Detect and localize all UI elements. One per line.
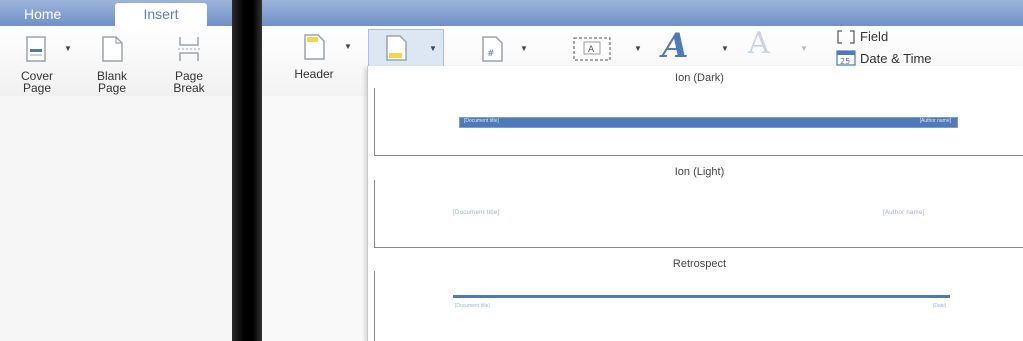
header-button[interactable]: Header	[282, 32, 346, 80]
drop-cap-dropdown-arrow-icon: ▼	[800, 44, 808, 53]
page-break-icon	[164, 34, 214, 66]
svg-text:#: #	[487, 49, 495, 59]
field-button[interactable]: Field	[860, 29, 888, 44]
footer-dropdown-arrow-icon[interactable]: ▼	[429, 44, 437, 53]
drop-cap-icon: A	[748, 26, 770, 61]
svg-text:25: 25	[840, 57, 850, 66]
blank-page-icon	[90, 34, 134, 66]
ribbon-pages-group: Cover Page ▼ Blank Page Page Break	[0, 26, 232, 96]
footer-icon	[381, 33, 411, 68]
page-break-button[interactable]: Page Break	[164, 34, 214, 94]
footer-preview-right-text: [Author name]	[919, 118, 951, 124]
gallery-item-ion-dark[interactable]: Ion (Dark) [Document title] [Author name…	[374, 72, 1023, 156]
gallery-item-title: Ion (Dark)	[675, 72, 724, 84]
footer-preview-left-text: [Document title]	[453, 210, 500, 216]
document-canvas-right	[262, 96, 368, 341]
footer-button[interactable]: ▼	[368, 29, 444, 67]
cover-page-button[interactable]: Cover Page	[12, 34, 62, 94]
page-number-dropdown-arrow-icon[interactable]: ▼	[520, 44, 528, 53]
tab-home[interactable]: Home	[14, 3, 71, 26]
footer-preview-left-text: [Document title]	[464, 118, 499, 124]
header-dropdown-arrow-icon[interactable]: ▼	[344, 42, 352, 51]
header-icon	[282, 32, 346, 64]
footer-preview-right-text: [Author name]	[883, 210, 925, 216]
footer-gallery-dropdown: Ion (Dark) [Document title] [Author name…	[367, 66, 1023, 341]
tab-insert[interactable]: Insert	[115, 3, 207, 26]
field-icon[interactable]	[837, 30, 855, 49]
wordart-icon[interactable]: A	[662, 26, 688, 66]
gallery-item-title: Ion (Light)	[674, 166, 725, 178]
svg-text:A: A	[588, 45, 595, 55]
blank-page-label-2: Page	[97, 81, 127, 95]
window-divider	[232, 0, 262, 341]
footer-preview-right-text: [Date]	[933, 303, 947, 309]
cover-page-icon	[12, 34, 62, 66]
blank-page-button[interactable]: Blank Page	[90, 34, 134, 94]
header-label: Header	[294, 67, 334, 81]
page-number-icon[interactable]: #	[477, 34, 507, 69]
page-break-label-2: Break	[173, 81, 205, 95]
ribbon-tab-bar: Home Insert	[0, 0, 1023, 26]
footer-preview-line	[453, 295, 950, 298]
cover-page-dropdown-arrow-icon[interactable]: ▼	[64, 44, 72, 53]
gallery-item-title: Retrospect	[672, 258, 727, 270]
text-box-icon[interactable]: A	[570, 34, 614, 69]
wordart-dropdown-arrow-icon[interactable]: ▼	[721, 44, 729, 53]
footer-preview-bar: [Document title] [Author name]	[459, 117, 958, 128]
date-time-button[interactable]: Date & Time	[860, 51, 932, 66]
text-box-dropdown-arrow-icon[interactable]: ▼	[634, 44, 642, 53]
cover-page-label-2: Page	[22, 81, 52, 95]
gallery-item-ion-light[interactable]: Ion (Light) [Document title] [Author nam…	[374, 166, 1023, 248]
footer-preview-left-text: [Document title]	[455, 303, 490, 309]
document-canvas-left	[0, 96, 232, 341]
gallery-item-retrospect[interactable]: Retrospect [Document title] [Date]	[374, 258, 1023, 341]
